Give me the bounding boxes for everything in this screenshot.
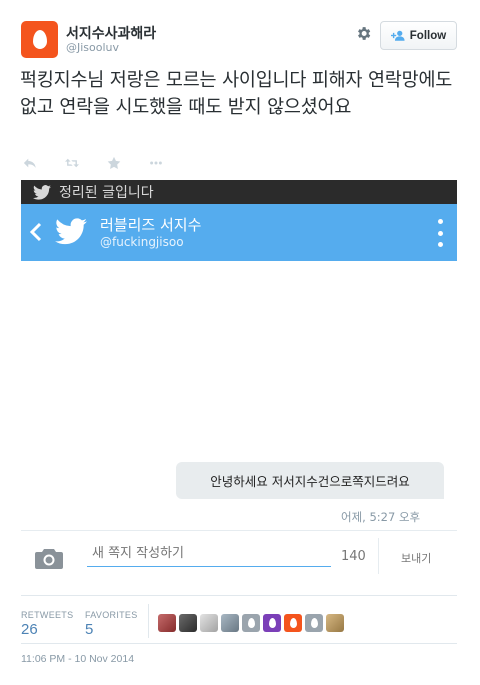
message-text: 안녕하세요 저서지수건으로쪽지드려요 — [210, 474, 410, 489]
favoriter-avatar[interactable] — [158, 614, 176, 632]
reply-button[interactable] — [23, 155, 65, 171]
display-name[interactable]: 서지수사과해라 — [66, 23, 156, 43]
favorite-button[interactable] — [107, 155, 149, 171]
dm-profile-name: 러블리즈 서지수 — [100, 216, 202, 234]
favoriter-avatar[interactable] — [242, 614, 260, 632]
compose-row: 140 보내기 — [21, 532, 457, 584]
favorites-label: FAVORITES — [85, 610, 138, 620]
favoriter-avatar[interactable] — [221, 614, 239, 632]
message-time: 어제, 5:27 오후 — [341, 510, 421, 524]
egg-avatar-icon — [289, 618, 297, 628]
embedded-screenshot: 정리된 글입니다 러블리즈 서지수 @fuckingjisoo 안녕하세요 저서… — [21, 180, 457, 590]
message-bubble: 안녕하세요 저서지수건으로쪽지드려요 — [176, 462, 444, 499]
tweet-actions — [23, 155, 191, 171]
favoriter-avatar[interactable] — [263, 614, 281, 632]
divider — [21, 530, 457, 531]
embed-banner: 정리된 글입니다 — [21, 180, 457, 204]
tweet-text: 퍽킹지수님 저랑은 모르는 사이입니다 피해자 연락망에도 없고 연락을 시도했… — [20, 70, 453, 118]
follow-label: Follow — [409, 29, 447, 42]
compose-message-input[interactable] — [87, 540, 331, 567]
more-button[interactable] — [149, 155, 191, 171]
divider — [21, 595, 457, 596]
favoriter-avatar[interactable] — [179, 614, 197, 632]
favoriter-avatar[interactable] — [305, 614, 323, 632]
retweets-count[interactable]: 26 — [21, 621, 38, 638]
reply-icon — [23, 158, 36, 168]
camera-icon[interactable] — [35, 547, 63, 569]
egg-avatar-icon — [32, 30, 47, 49]
favoriter-avatar[interactable] — [326, 614, 344, 632]
tweet-timestamp[interactable]: 11:06 PM - 10 Nov 2014 — [21, 653, 134, 665]
character-count: 140 — [341, 549, 366, 564]
egg-avatar-icon — [310, 618, 318, 628]
twitter-bird-icon — [55, 218, 87, 245]
retweet-button[interactable] — [65, 155, 107, 171]
user-handle[interactable]: @Jisooluv — [66, 41, 119, 54]
retweet-icon — [65, 158, 79, 168]
egg-avatar-icon — [268, 618, 276, 628]
star-icon — [107, 156, 121, 169]
divider — [378, 538, 379, 574]
divider — [21, 643, 457, 644]
divider — [148, 604, 149, 638]
favoriters-list — [158, 614, 344, 632]
follow-person-icon — [390, 30, 405, 41]
back-chevron-icon[interactable] — [29, 221, 43, 243]
egg-avatar-icon — [247, 618, 255, 628]
gear-icon[interactable] — [355, 25, 372, 42]
dm-profile-handle: @fuckingjisoo — [100, 235, 184, 249]
send-button[interactable]: 보내기 — [401, 550, 431, 566]
favoriter-avatar[interactable] — [200, 614, 218, 632]
embed-banner-text: 정리된 글입니다 — [59, 185, 154, 201]
more-dots-icon — [150, 161, 162, 165]
favoriter-avatar[interactable] — [284, 614, 302, 632]
follow-button[interactable]: Follow — [380, 21, 457, 50]
twitter-bird-icon — [33, 184, 51, 200]
overflow-menu-icon[interactable] — [437, 219, 443, 247]
retweets-label: RETWEETS — [21, 610, 74, 620]
dm-header: 러블리즈 서지수 @fuckingjisoo — [21, 204, 457, 261]
favorites-count[interactable]: 5 — [85, 621, 93, 638]
user-avatar[interactable] — [21, 21, 58, 58]
